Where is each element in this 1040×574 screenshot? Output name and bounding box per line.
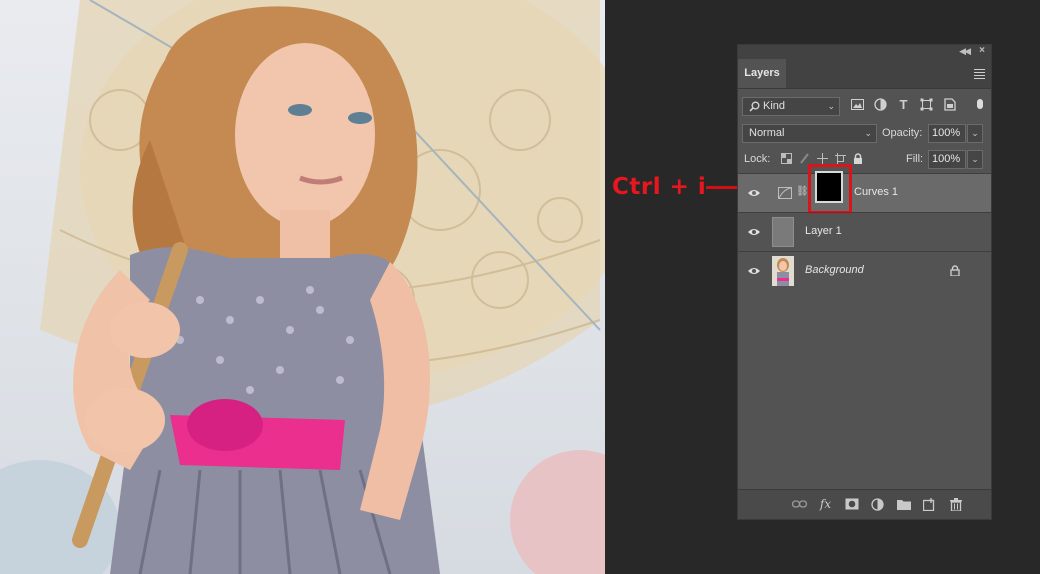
layer-mask-thumbnail[interactable]: [815, 171, 843, 203]
new-layer-icon[interactable]: [922, 497, 937, 511]
layers-list: ⛓ Curves 1 Layer 1 Background: [738, 164, 991, 290]
visibility-eye-icon[interactable]: [747, 225, 761, 239]
panel-menu-icon[interactable]: [974, 69, 985, 81]
layer-lock-icon[interactable]: [950, 265, 960, 276]
close-panel-icon[interactable]: ×: [979, 45, 985, 56]
new-group-icon[interactable]: [896, 497, 911, 511]
fx-icon[interactable]: fx: [818, 497, 833, 511]
panel-tab-bar: Layers: [738, 59, 991, 89]
type-filter-icon[interactable]: T: [896, 97, 911, 112]
lock-transparent-pixels-icon[interactable]: [781, 151, 792, 169]
adjustment-layer-icon: [778, 187, 792, 199]
filter-icons: T: [850, 97, 957, 112]
visibility-eye-icon[interactable]: [747, 264, 761, 278]
lock-all-icon[interactable]: [853, 151, 863, 169]
visibility-eye-icon[interactable]: [747, 186, 761, 200]
layer-name-layer1[interactable]: Layer 1: [805, 225, 842, 237]
smart-object-filter-icon[interactable]: [942, 97, 957, 112]
bottom-icons: fx: [792, 497, 963, 511]
shortcut-annotation: Ctrl + i: [612, 174, 707, 200]
chevron-down-icon: ⌄: [827, 101, 835, 111]
layer-thumbnail: [772, 217, 794, 247]
panel-title-bar: ◀◀ ×: [738, 45, 991, 59]
image-filter-icon[interactable]: [850, 97, 865, 112]
delete-layer-icon[interactable]: [948, 497, 963, 511]
new-adjustment-icon[interactable]: [870, 497, 885, 511]
blend-mode-value: Normal: [749, 127, 785, 139]
blend-mode-dropdown[interactable]: Normal ⌄: [742, 124, 877, 143]
document-canvas-photo: [0, 0, 605, 574]
layer-row-curves[interactable]: ⛓ Curves 1: [738, 164, 991, 214]
shape-filter-icon[interactable]: [919, 97, 934, 112]
layer-name-background[interactable]: Background: [805, 264, 864, 276]
layer-row-background[interactable]: Background: [738, 251, 991, 290]
fill-dropdown-button[interactable]: ⌄: [967, 150, 983, 169]
chevron-down-icon: ⌄: [864, 128, 872, 138]
fill-label: Fill:: [906, 153, 924, 165]
kind-filter-label: Kind: [763, 100, 786, 112]
link-layers-icon[interactable]: [792, 497, 807, 511]
fill-input[interactable]: 100%: [928, 150, 966, 169]
add-mask-icon[interactable]: [844, 497, 859, 511]
search-icon: [749, 101, 760, 112]
adjustment-filter-icon[interactable]: [873, 97, 888, 112]
layers-panel: ◀◀ × Layers Kind ⌄ T Normal ⌄ Opacity: 1…: [737, 44, 992, 520]
blend-row: Normal ⌄ Opacity: 100% ⌄: [738, 120, 991, 147]
panel-bottom-toolbar: fx: [738, 489, 991, 519]
kind-filter-dropdown[interactable]: Kind ⌄: [742, 97, 840, 116]
collapse-panel-icon[interactable]: ◀◀: [959, 46, 971, 57]
layer-name-curves[interactable]: Curves 1: [854, 186, 898, 198]
opacity-label: Opacity:: [882, 127, 923, 139]
opacity-dropdown-button[interactable]: ⌄: [967, 124, 983, 143]
background-thumbnail: [772, 256, 794, 286]
layer-row-layer1[interactable]: Layer 1: [738, 212, 991, 251]
opacity-input[interactable]: 100%: [928, 124, 966, 143]
lock-row: Lock: Fill: 100% ⌄: [738, 147, 991, 174]
lock-label: Lock:: [744, 153, 771, 165]
filter-toggle-switch[interactable]: [977, 99, 983, 109]
photo-illustration: [0, 0, 605, 574]
chain-link-icon: ⛓: [796, 186, 809, 197]
tab-layers[interactable]: Layers: [738, 59, 786, 88]
filter-row: Kind ⌄ T: [738, 93, 991, 120]
